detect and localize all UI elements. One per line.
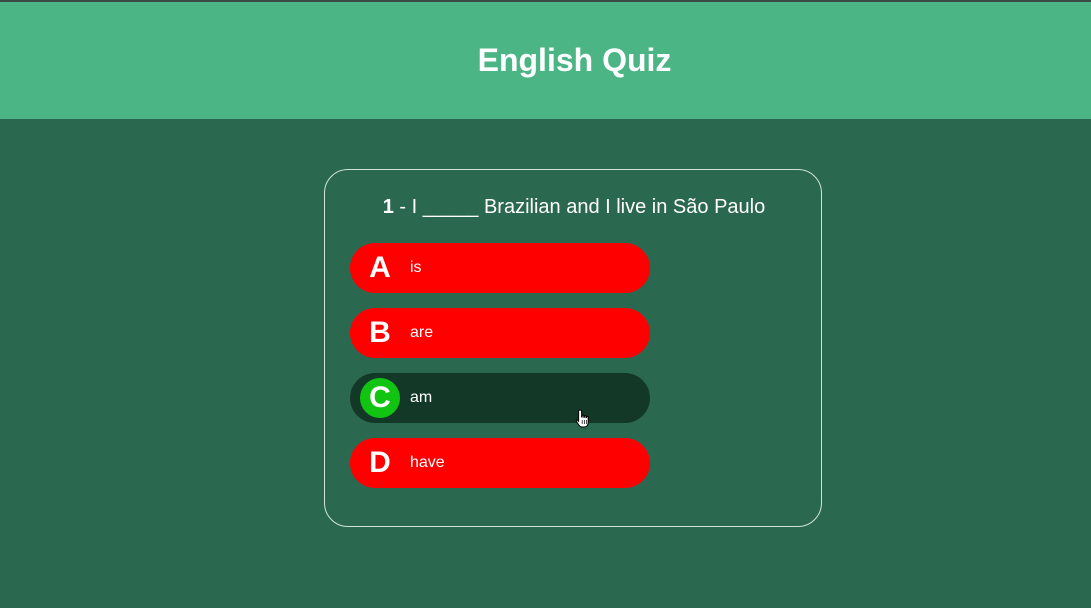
option-a-button[interactable]: A is bbox=[350, 243, 650, 293]
page-title: English Quiz bbox=[477, 42, 672, 78]
option-a-text: is bbox=[410, 259, 422, 276]
option-d-text: have bbox=[410, 454, 445, 471]
page-header: English Quiz bbox=[0, 2, 1091, 119]
question-text: 1 - I _____ Brazilian and I live in São … bbox=[325, 196, 823, 219]
option-b-text: are bbox=[410, 324, 434, 341]
question-separator: - bbox=[393, 196, 412, 218]
question-card: 1 - I _____ Brazilian and I live in São … bbox=[324, 169, 822, 527]
question-body: I _____ Brazilian and I live in São Paul… bbox=[411, 196, 766, 218]
option-d-button[interactable]: D have bbox=[350, 438, 650, 488]
question-number: 1 bbox=[382, 196, 394, 218]
hand-pointer-icon bbox=[575, 409, 589, 428]
option-b-button[interactable]: B are bbox=[350, 308, 650, 358]
option-c-button[interactable]: C am bbox=[350, 373, 650, 423]
option-b-letter: B bbox=[369, 316, 391, 349]
option-c-text: am bbox=[410, 389, 433, 406]
option-d-letter: D bbox=[369, 446, 391, 479]
option-a-letter: A bbox=[369, 251, 391, 284]
option-c-letter: C bbox=[360, 378, 400, 418]
